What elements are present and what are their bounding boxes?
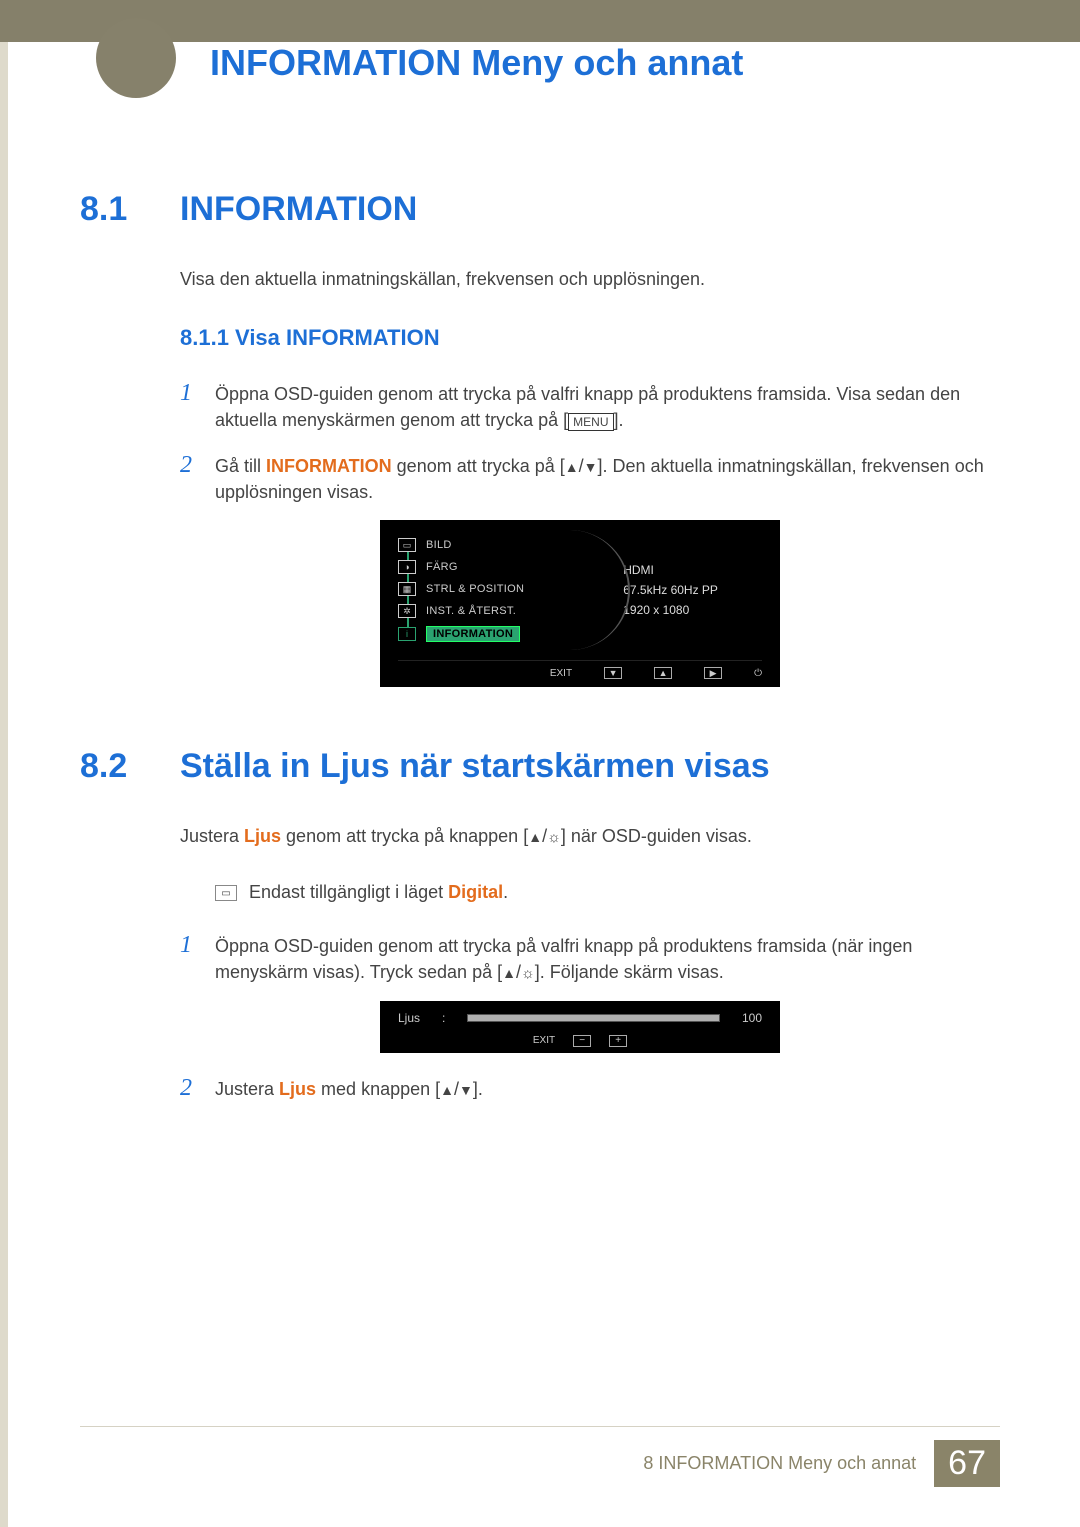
play-button-icon: ▶ [704,667,722,679]
osd-info-freq: 67.5kHz 60Hz PP [623,583,762,597]
section-number: 8.1 [80,190,180,229]
note-digital-only: ▭ Endast tillgängligt i läget Digital. [215,882,1000,903]
button-up-brightness-icon: ▲/☼ [528,826,561,846]
menu-label: MENU [568,413,613,431]
minus-button-icon: − [573,1035,591,1047]
step-text: Öppna OSD-guiden genom att trycka på val… [215,933,1000,985]
note-a: Endast tillgängligt i läget [249,882,448,902]
power-icon: ⏻ [754,668,762,679]
osd-info-res: 1920 x 1080 [623,603,762,617]
osd-screenshot-information: ▭ BILD ◑ FÄRG ▦ STRL & POSITION ✲ INST. … [380,520,780,687]
osd-exit-label: EXIT [533,1035,555,1046]
color-icon: ◑ [398,560,416,574]
section-8-2-intro: Justera Ljus genom att trycka på knappen… [180,826,1000,847]
section-8-1-intro: Visa den aktuella inmatningskällan, frek… [180,269,1000,290]
note-b: . [503,882,508,902]
section-number: 8.2 [80,747,180,786]
settings-icon: ✲ [398,604,416,618]
info-icon: i [398,627,416,641]
step-text-b: genom att trycka på [ [392,456,565,476]
step-8-2-1: 1 Öppna OSD-guiden genom att trycka på v… [180,928,1000,985]
section-title: Ställa in Ljus när startskärmen visas [180,747,770,786]
intro-c: ] när OSD-guiden visas. [561,826,752,846]
chapter-circle [96,18,176,98]
step-text-a: Justera [215,1079,279,1099]
subsection-8-1-1-title: 8.1.1 Visa INFORMATION [180,325,1000,351]
step-text-b: med knappen [ [316,1079,440,1099]
osd-item-label: FÄRG [426,561,458,573]
osd-colon: : [442,1011,445,1025]
note-icon: ▭ [215,885,237,901]
highlight: INFORMATION [266,456,392,476]
step-text: Justera Ljus med knappen [▲/▼]. [215,1076,483,1102]
page-title: INFORMATION Meny och annat [210,42,743,84]
step-number: 2 [180,448,215,483]
osd-exit-label: EXIT [550,668,572,679]
osd-info-source: HDMI [623,563,762,577]
up-button-icon: ▲ [654,667,672,679]
button-up-down-icon: ▲/▼ [565,456,598,476]
osd-ljus-footer: EXIT − + [398,1035,762,1047]
section-8-1-header: 8.1 INFORMATION [80,190,1000,229]
highlight: Ljus [279,1079,316,1099]
section-title: INFORMATION [180,190,417,229]
step-text-c: ]. [473,1079,483,1099]
footer-rule [80,1426,1000,1427]
osd-screenshot-ljus: Ljus : 100 EXIT − + [380,1001,780,1053]
osd-ljus-value: 100 [742,1011,762,1025]
button-up-down-icon: ▲/▼ [440,1079,473,1099]
note-text: Endast tillgängligt i läget Digital. [249,882,508,903]
page-content: 8.1 INFORMATION Visa den aktuella inmatn… [80,190,1000,1120]
step-text: Gå till INFORMATION genom att trycka på … [215,453,1000,505]
step-text: Öppna OSD-guiden genom att trycka på val… [215,381,1000,433]
step-number: 1 [180,376,215,411]
step-text-b: ]. Följande skärm visas. [535,962,724,982]
intro-b: genom att trycka på knappen [ [281,826,528,846]
step-8-1-1-2: 2 Gå till INFORMATION genom att trycka p… [180,448,1000,505]
osd-item-label: INFORMATION [426,626,520,642]
size-icon: ▦ [398,582,416,596]
button-up-brightness-icon: ▲/☼ [502,962,535,982]
osd-item-label: INST. & ÅTERST. [426,605,516,617]
highlight: Digital [448,882,503,902]
step-8-2-2: 2 Justera Ljus med knappen [▲/▼]. [180,1071,1000,1106]
osd-item-label: STRL & POSITION [426,583,524,595]
osd-ljus-bar [467,1014,720,1022]
picture-icon: ▭ [398,538,416,552]
step-number: 2 [180,1071,215,1106]
osd-ljus-label: Ljus [398,1011,420,1025]
osd-ljus-bar-fill [468,1015,719,1021]
step-text-b: ]. [614,410,624,430]
footer-page-number: 67 [934,1440,1000,1487]
plus-button-icon: + [609,1035,627,1047]
osd-footer: EXIT ▼ ▲ ▶ ⏻ [398,660,762,679]
intro-a: Justera [180,826,244,846]
footer-chapter: 8 INFORMATION Meny och annat [643,1453,916,1474]
osd-info-panel: HDMI 67.5kHz 60Hz PP 1920 x 1080 [615,534,762,646]
step-8-1-1-1: 1 Öppna OSD-guiden genom att trycka på v… [180,376,1000,433]
down-button-icon: ▼ [604,667,622,679]
section-8-2-header: 8.2 Ställa in Ljus när startskärmen visa… [80,747,1000,786]
osd-item-label: BILD [426,539,452,551]
page-footer: 8 INFORMATION Meny och annat 67 [643,1440,1000,1487]
highlight: Ljus [244,826,281,846]
side-stripe [0,42,8,1527]
step-text-a: Gå till [215,456,266,476]
step-number: 1 [180,928,215,963]
